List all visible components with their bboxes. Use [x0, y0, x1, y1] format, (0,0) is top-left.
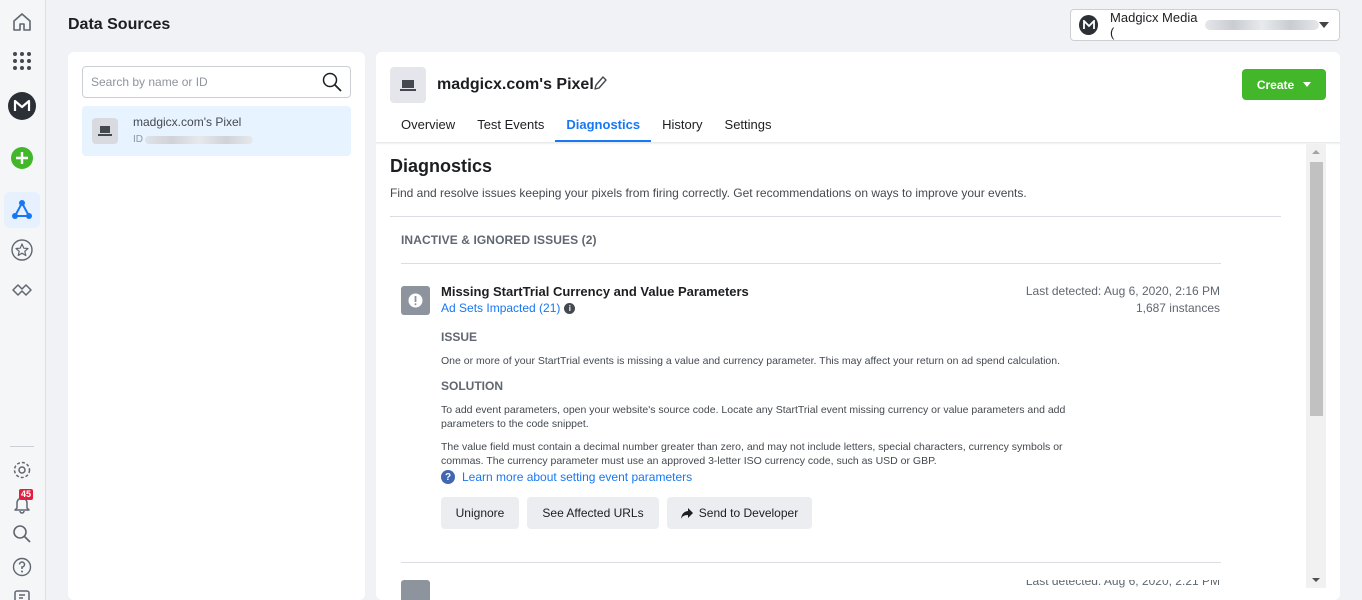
tab-test-events[interactable]: Test Events — [466, 112, 555, 142]
account-name: Madgicx Media ( — [1110, 10, 1198, 40]
help-icon[interactable] — [8, 553, 36, 581]
scrollbar-thumb[interactable] — [1310, 162, 1323, 416]
scroll-up-arrow[interactable] — [1312, 150, 1320, 154]
divider — [401, 562, 1221, 563]
pixel-name: madgicx.com's Pixel — [133, 115, 242, 129]
see-affected-urls-button[interactable]: See Affected URLs — [527, 497, 659, 529]
tab-settings[interactable]: Settings — [714, 112, 783, 142]
page-title: Data Sources — [68, 16, 171, 33]
tab-bar: Overview Test Events Diagnostics History… — [390, 112, 783, 142]
create-button-label: Create — [1256, 77, 1295, 92]
business-avatar-icon[interactable] — [8, 92, 36, 120]
divider — [390, 216, 1281, 217]
pixel-id-label: ID — [133, 134, 143, 145]
ad-sets-impacted-label: Ad Sets Impacted (21) — [441, 301, 561, 315]
star-icon[interactable] — [8, 236, 36, 264]
home-icon[interactable] — [8, 8, 36, 36]
diagnostics-content: Diagnostics Find and resolve issues keep… — [376, 144, 1340, 600]
next-issue-last-detected-text: Last detected: Aug 6, 2020, 2:21 PM — [1025, 580, 1220, 588]
vertical-scrollbar[interactable] — [1306, 144, 1326, 588]
laptop-icon — [390, 67, 426, 103]
tab-history[interactable]: History — [651, 112, 713, 142]
tab-diagnostics[interactable]: Diagnostics — [555, 112, 651, 142]
chevron-down-icon — [1303, 82, 1312, 87]
notification-count-badge: 45 — [19, 489, 34, 500]
laptop-icon — [92, 118, 118, 144]
learn-more-label: Learn more about setting event parameter… — [462, 470, 693, 484]
add-icon[interactable] — [8, 144, 36, 172]
reports-icon[interactable] — [8, 584, 36, 600]
solution-text-2: The value field must contain a decimal n… — [441, 441, 1063, 467]
events-manager-icon[interactable] — [4, 192, 40, 228]
scroll-down-arrow[interactable] — [1312, 578, 1320, 582]
solution-label: SOLUTION — [441, 379, 503, 393]
divider — [401, 263, 1221, 264]
pixel-list-item[interactable]: madgicx.com's Pixel ID — [82, 106, 351, 156]
account-id-redacted — [1204, 20, 1319, 30]
warning-icon — [401, 286, 430, 315]
diagnostics-heading: Diagnostics — [390, 156, 493, 176]
issue-text: One or more of your StartTrial events is… — [441, 355, 1061, 367]
info-icon[interactable]: i — [564, 302, 576, 314]
account-selector[interactable]: Madgicx Media ( — [1070, 9, 1340, 41]
partners-icon[interactable] — [8, 276, 36, 304]
learn-more-link[interactable]: ? Learn more about setting event paramet… — [441, 470, 692, 484]
search-box[interactable] — [82, 66, 351, 98]
issue-title: Missing StartTrial Currency and Value Pa… — [441, 284, 749, 299]
pencil-edit-icon[interactable] — [593, 75, 607, 96]
settings-gear-icon[interactable] — [8, 456, 36, 484]
next-issue-last-detected: Last detected: Aug 6, 2020, 2:21 PM — [1020, 580, 1220, 588]
account-avatar — [1079, 15, 1099, 35]
send-to-developer-label: Send to Developer — [698, 506, 799, 520]
apps-grid-icon[interactable] — [8, 47, 36, 75]
last-detected: Last detected: Aug 6, 2020, 2:16 PM — [1025, 284, 1220, 298]
search-icon[interactable] — [322, 72, 342, 92]
question-icon: ? — [441, 470, 455, 484]
send-to-developer-button[interactable]: Send to Developer — [667, 497, 812, 529]
instance-count: 1,687 instances — [1135, 301, 1220, 315]
pixel-detail-panel: madgicx.com's Pixel Create Overview Test… — [376, 52, 1340, 600]
warning-icon — [401, 580, 430, 600]
pixel-id-redacted — [145, 135, 253, 144]
pixel-title: madgicx.com's Pixel — [437, 76, 594, 93]
left-nav-rail: 45 — [0, 0, 46, 600]
unignore-label: Unignore — [455, 506, 505, 520]
chevron-down-icon — [1319, 22, 1329, 28]
rail-divider — [10, 446, 34, 447]
pixel-list-panel: madgicx.com's Pixel ID — [68, 52, 365, 600]
search-input[interactable] — [91, 75, 322, 89]
issue-label: ISSUE — [441, 330, 478, 344]
search-icon[interactable] — [8, 520, 36, 548]
section-title: INACTIVE & IGNORED ISSUES (2) — [401, 233, 597, 247]
create-button[interactable]: Create — [1242, 69, 1326, 100]
share-arrow-icon — [680, 507, 693, 519]
pixel-id: ID — [133, 134, 253, 145]
ad-sets-impacted-link[interactable]: Ad Sets Impacted (21) i — [441, 301, 576, 315]
tab-overview[interactable]: Overview — [390, 112, 466, 142]
solution-text-1: To add event parameters, open your websi… — [441, 404, 1066, 430]
diagnostics-description: Find and resolve issues keeping your pix… — [390, 186, 1027, 200]
see-affected-urls-label: See Affected URLs — [542, 506, 644, 520]
unignore-button[interactable]: Unignore — [441, 497, 519, 529]
